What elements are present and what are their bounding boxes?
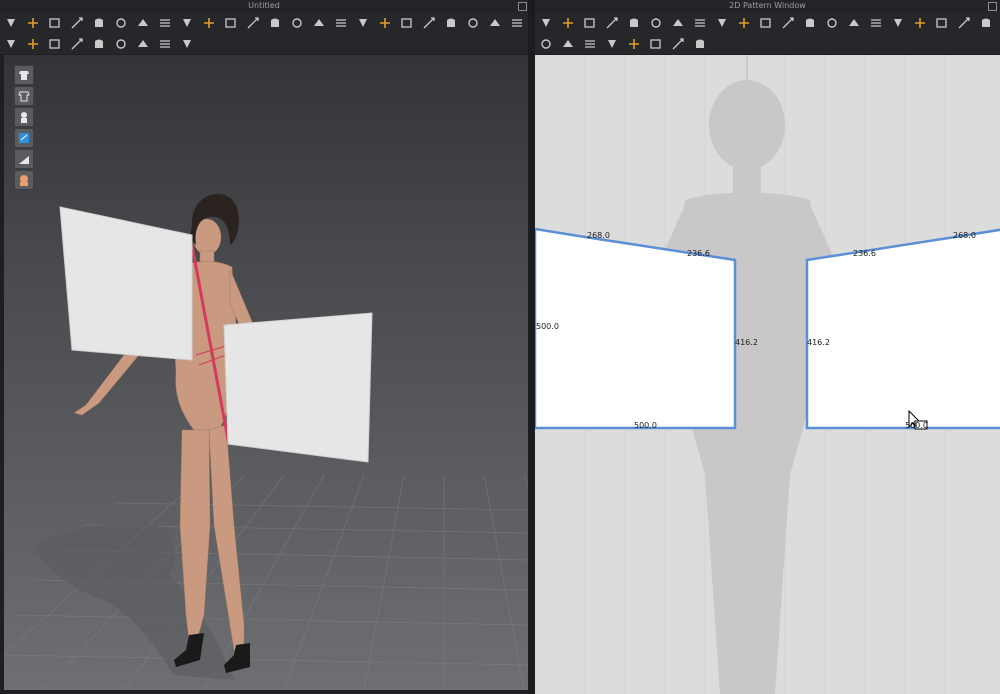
- right-piece-bottom-measure: 500.0: [905, 421, 928, 430]
- avatar-walk-icon[interactable]: [375, 15, 395, 31]
- arrangement-icon[interactable]: [397, 15, 417, 31]
- select-box-icon[interactable]: [45, 15, 65, 31]
- right-piece-top-right-measure: 268.0: [953, 231, 976, 240]
- hanger-icon[interactable]: [331, 15, 351, 31]
- ellipse-icon[interactable]: [734, 15, 754, 31]
- polygon-icon[interactable]: [690, 15, 710, 31]
- pattern-canvas: [535, 55, 1000, 694]
- fold-line-icon[interactable]: [602, 36, 622, 52]
- free-sew-icon[interactable]: [888, 15, 908, 31]
- transform-pin-icon[interactable]: [23, 15, 43, 31]
- maximize-2d-icon[interactable]: [988, 2, 997, 11]
- measure-icon[interactable]: [133, 36, 153, 52]
- shirt-icon[interactable]: [199, 15, 219, 31]
- split-icon[interactable]: [177, 36, 197, 52]
- trace-icon[interactable]: [976, 15, 996, 31]
- shirt-texture-icon[interactable]: [14, 86, 34, 106]
- piece-icon[interactable]: [463, 15, 483, 31]
- left-piece-left-measure: 500.0: [536, 322, 559, 331]
- left-piece-top-left-measure: 268.0: [587, 231, 610, 240]
- dashed-line-icon[interactable]: [624, 36, 644, 52]
- shirt-view-icon[interactable]: [14, 65, 34, 85]
- parallel-icon[interactable]: [844, 15, 864, 31]
- line-icon[interactable]: [67, 36, 87, 52]
- window-title-2d: 2D Pattern Window: [535, 0, 1000, 12]
- heart-pin-icon[interactable]: [507, 15, 527, 31]
- magic-icon[interactable]: [155, 15, 175, 31]
- tape-icon[interactable]: [309, 15, 329, 31]
- fold-icon[interactable]: [177, 15, 197, 31]
- transform-icon[interactable]: [558, 15, 578, 31]
- point-icon[interactable]: [23, 36, 43, 52]
- rotate-icon[interactable]: [89, 15, 109, 31]
- viewport-3d[interactable]: [4, 55, 528, 690]
- internal-circle-icon[interactable]: [800, 15, 820, 31]
- check-sew-icon[interactable]: [910, 15, 930, 31]
- left-piece-right-measure: 416.2: [735, 338, 758, 347]
- avatar-view-icon[interactable]: [14, 107, 34, 127]
- clone-icon[interactable]: [536, 36, 556, 52]
- symmetry-icon[interactable]: [558, 36, 578, 52]
- maximize-3d-icon[interactable]: [518, 2, 527, 11]
- pane-divider[interactable]: [528, 0, 535, 694]
- wave-line-icon[interactable]: [646, 36, 666, 52]
- garment-panel-left: [59, 206, 193, 361]
- slash-line-icon[interactable]: [668, 36, 688, 52]
- segment-sew-icon[interactable]: [866, 15, 886, 31]
- add-point-icon[interactable]: [624, 15, 644, 31]
- shade-icon[interactable]: [14, 149, 34, 169]
- toolbar-3d: [0, 12, 528, 54]
- pattern-piece-right: [805, 228, 1000, 430]
- edit-point-icon[interactable]: [580, 15, 600, 31]
- circle-icon[interactable]: [668, 15, 688, 31]
- edit-curvature-icon[interactable]: [646, 15, 666, 31]
- button-icon[interactable]: [89, 36, 109, 52]
- grid-icon[interactable]: [690, 36, 710, 52]
- right-piece-top-left-measure: 236.6: [853, 249, 876, 258]
- toolbar-2d: [535, 12, 1000, 54]
- pin-icon[interactable]: [419, 15, 439, 31]
- unfold-icon[interactable]: [580, 36, 600, 52]
- garment-panel-right: [223, 312, 373, 463]
- viewport-2d[interactable]: 268.0 236.6 500.0 416.2 500.0 236.6 268.…: [535, 55, 1000, 694]
- arrow-icon[interactable]: [265, 15, 285, 31]
- right-piece-left-measure: 416.2: [807, 338, 830, 347]
- skin-icon[interactable]: [14, 170, 34, 190]
- zipper-icon[interactable]: [111, 36, 131, 52]
- edit-pattern-icon[interactable]: [536, 15, 556, 31]
- shirt-outline-icon[interactable]: [221, 15, 241, 31]
- select-sew-icon[interactable]: [954, 15, 974, 31]
- flag-icon[interactable]: [243, 15, 263, 31]
- move-down-icon[interactable]: [1, 15, 21, 31]
- left-piece-bottom-measure: 500.0: [634, 421, 657, 430]
- paint-icon[interactable]: [14, 128, 34, 148]
- tape-sew-icon[interactable]: [932, 15, 952, 31]
- rectangle-icon[interactable]: [712, 15, 732, 31]
- pattern-piece-left: [535, 227, 737, 430]
- internal-rectangle-icon[interactable]: [778, 15, 798, 31]
- sew-icon[interactable]: [287, 15, 307, 31]
- internal-polygon-icon[interactable]: [756, 15, 776, 31]
- diamond-icon[interactable]: [1, 36, 21, 52]
- dart-icon[interactable]: [822, 15, 842, 31]
- left-piece-top-right-measure: 236.6: [687, 249, 710, 258]
- ruler-icon[interactable]: [155, 36, 175, 52]
- cut-icon[interactable]: [441, 15, 461, 31]
- seam-icon[interactable]: [133, 15, 153, 31]
- garment-select-icon[interactable]: [111, 15, 131, 31]
- resize-box-icon[interactable]: [67, 15, 87, 31]
- circle-point-icon[interactable]: [45, 36, 65, 52]
- pull-icon[interactable]: [353, 15, 373, 31]
- curve-point-icon[interactable]: [602, 15, 622, 31]
- window-title-3d: Untitled: [0, 0, 528, 12]
- tack-icon[interactable]: [485, 15, 505, 31]
- scene-3d: [4, 193, 528, 690]
